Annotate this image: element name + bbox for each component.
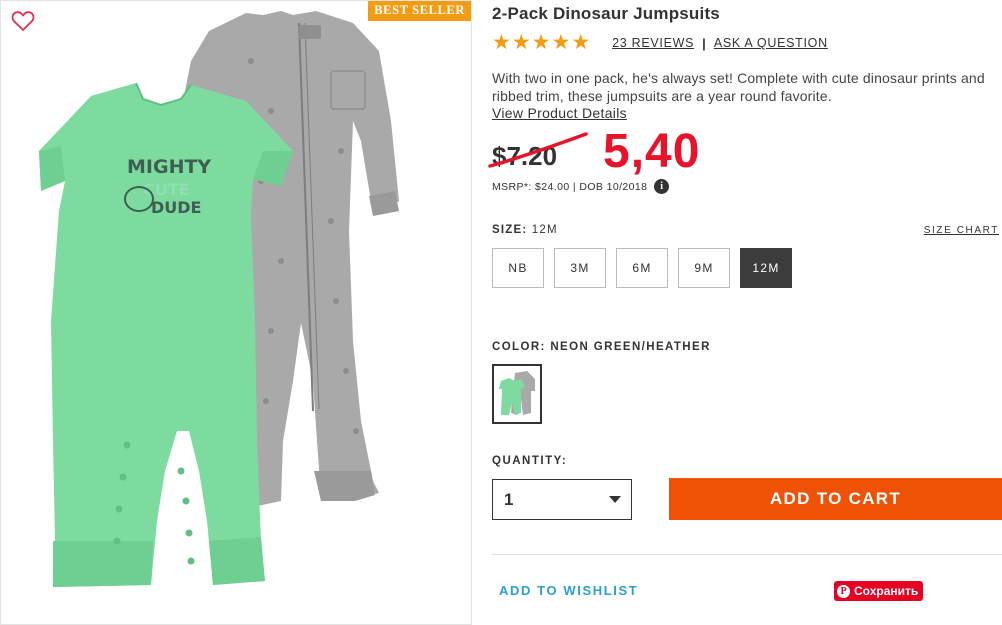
star-icon: ★ xyxy=(551,31,571,54)
size-options: NB 3M 6M 9M 12M xyxy=(492,248,792,288)
msrp-text: MSRP*: $24.00 | DOB 10/2018 xyxy=(492,180,648,193)
size-label-title: SIZE: xyxy=(492,224,528,236)
star-icon: ★ xyxy=(571,31,591,54)
rating-row: ★ ★ ★ ★ ★ 23 REVIEWS | ASK A QUESTION xyxy=(492,32,828,54)
view-details-link[interactable]: View Product Details xyxy=(492,105,627,121)
separator: | xyxy=(702,35,706,51)
pinterest-save-button[interactable]: P Сохранить xyxy=(834,581,924,601)
green-jumpsuit-illustration: MIGHTY CUTE DUDE xyxy=(39,82,293,587)
svg-text:MIGHTY: MIGHTY xyxy=(127,156,211,178)
color-label: COLOR: NEON GREEN/HEATHER xyxy=(492,341,711,353)
product-title: 2-Pack Dinosaur Jumpsuits xyxy=(492,4,720,23)
quantity-select[interactable]: 1 xyxy=(492,479,632,520)
product-description: With two in one pack, he's always set! C… xyxy=(492,70,985,104)
swatch-thumbnail xyxy=(499,371,535,415)
star-icon: ★ xyxy=(531,31,551,54)
chevron-down-icon xyxy=(609,496,621,503)
quantity-value: 1 xyxy=(504,489,514,509)
size-option-12m[interactable]: 12M xyxy=(740,248,792,288)
product-image[interactable]: MIGHTY CUTE DUDE xyxy=(31,1,451,601)
info-icon[interactable]: i xyxy=(654,179,670,194)
pin-label: Сохранить xyxy=(854,584,919,598)
size-chart-link[interactable]: SIZE CHART xyxy=(924,225,999,236)
sale-price: 5,40 xyxy=(603,125,701,178)
star-icon: ★ xyxy=(492,31,511,54)
add-to-wishlist-link[interactable]: ADD TO WISHLIST xyxy=(499,583,638,598)
product-image-panel: BEST SELLER MIGHTY CUTE DUDE xyxy=(0,0,472,625)
msrp-info: MSRP*: $24.00 | DOB 10/2018 i xyxy=(492,179,670,194)
divider xyxy=(492,554,1002,555)
product-details: 2-Pack Dinosaur Jumpsuits ★ ★ ★ ★ ★ 23 R… xyxy=(488,0,1002,625)
ask-question-link[interactable]: ASK A QUESTION xyxy=(714,36,828,50)
star-icon: ★ xyxy=(511,31,531,54)
size-option-6m[interactable]: 6M xyxy=(616,248,668,288)
quantity-label: QUANTITY: xyxy=(492,455,568,467)
size-option-3m[interactable]: 3M xyxy=(554,248,606,288)
size-label: SIZE: 12M xyxy=(492,224,558,236)
size-option-nb[interactable]: NB xyxy=(492,248,544,288)
svg-text:DUDE: DUDE xyxy=(151,198,201,217)
original-price: $7.20 xyxy=(492,141,558,171)
size-selected-value: 12M xyxy=(531,224,558,236)
color-swatch[interactable] xyxy=(492,364,542,424)
size-option-9m[interactable]: 9M xyxy=(678,248,730,288)
reviews-link[interactable]: 23 REVIEWS xyxy=(612,36,694,50)
pinterest-icon: P xyxy=(837,584,850,598)
add-to-cart-button[interactable]: ADD TO CART xyxy=(669,478,1002,520)
star-rating: ★ ★ ★ ★ ★ xyxy=(492,32,590,54)
svg-text:CUTE: CUTE xyxy=(143,180,190,199)
